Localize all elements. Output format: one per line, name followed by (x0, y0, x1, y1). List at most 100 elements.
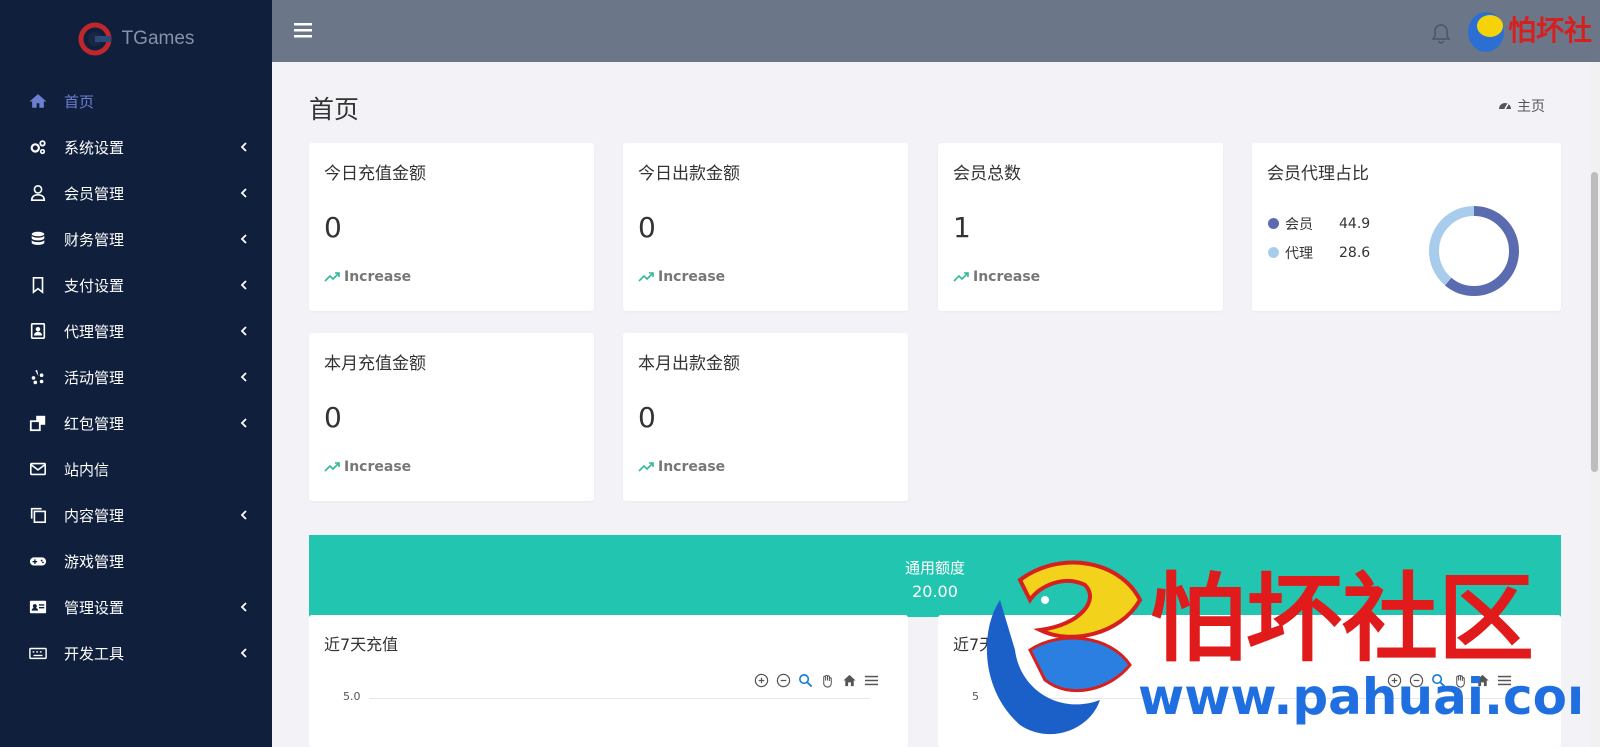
bookmark-icon (28, 275, 48, 295)
sidebar-item[interactable]: 会员管理 (0, 170, 272, 216)
gamepad-icon (28, 551, 48, 571)
sidebar-item[interactable]: 代理管理 (0, 308, 272, 354)
page-title: 首页 (309, 95, 360, 124)
chart-toolbar (753, 672, 879, 688)
sidebar-item[interactable]: 开发工具 (0, 630, 272, 676)
sidebar-item[interactable]: 管理设置 (0, 584, 272, 630)
page-scrollbar[interactable] (1589, 62, 1600, 747)
sidebar-item[interactable]: 系统设置 (0, 124, 272, 170)
envelope-icon (28, 459, 48, 479)
keyboard-icon (28, 643, 48, 663)
stat-trend-label: Increase (658, 459, 726, 475)
chevron-left-icon (240, 648, 247, 658)
zoom-in-icon[interactable] (1386, 672, 1402, 688)
menu-toggle-icon[interactable] (294, 22, 312, 38)
sidebar-item[interactable]: 支付设置 (0, 262, 272, 308)
chart-gridline (998, 698, 1518, 699)
bell-icon[interactable] (1430, 22, 1452, 44)
sidebar-item-label: 红包管理 (64, 414, 125, 433)
sidebar-item[interactable]: 游戏管理 (0, 538, 272, 584)
brand[interactable]: TGames (0, 0, 272, 78)
sidebar: TGames 首页 系统设置会员管理财务管理支付设置代理管理活动管理红包管理站内信… (0, 0, 272, 747)
zoom-selection-icon[interactable] (797, 672, 813, 688)
chevron-left-icon (240, 188, 247, 198)
sidebar-item-label: 站内信 (64, 460, 110, 479)
breadcrumb[interactable]: 主页 (1498, 96, 1545, 116)
chevron-left-icon (240, 510, 247, 520)
legend-label: 代理 (1285, 245, 1313, 262)
sidebar-item[interactable]: 财务管理 (0, 216, 272, 262)
stat-value: 0 (638, 211, 656, 244)
pan-hand-icon[interactable] (1452, 672, 1468, 688)
chart-card-withdraw: 近7天提 5 (938, 615, 1561, 747)
legend-dot (1268, 247, 1279, 258)
sidebar-item-label: 开发工具 (64, 644, 125, 663)
user-icon (28, 183, 48, 203)
stat-title: 本月充值金额 (324, 354, 426, 374)
scrollbar-thumb[interactable] (1591, 172, 1598, 472)
stat-card-today-withdraw: 今日出款金额 0 Increase (623, 143, 908, 311)
sidebar-item[interactable]: 红包管理 (0, 400, 272, 446)
sidebar-item-label: 内容管理 (64, 506, 125, 525)
sidebar-item-label: 会员管理 (64, 184, 125, 203)
stat-trend: Increase (638, 459, 725, 475)
ratio-card: 会员代理占比 会员 44.9 代理 28.6 (1252, 143, 1561, 311)
clone-icon (28, 413, 48, 433)
stat-title: 今日出款金额 (638, 164, 740, 184)
sidebar-item[interactable]: 首页 (0, 78, 272, 124)
legend-value: 44.9 (1339, 215, 1371, 232)
sidebar-item-label: 支付设置 (64, 276, 125, 295)
trend-up-icon (953, 272, 969, 282)
zoom-out-icon[interactable] (775, 672, 791, 688)
database-icon (28, 229, 48, 249)
legend-value: 28.6 (1339, 244, 1371, 261)
stat-value: 0 (324, 211, 342, 244)
quota-banner: 通用额度 20.00 (309, 535, 1561, 617)
chevron-left-icon (240, 280, 247, 290)
stat-trend: Increase (324, 269, 411, 285)
y-axis-tick: 5.0 (343, 690, 361, 703)
stat-trend-label: Increase (344, 269, 412, 285)
stat-card-month-withdraw: 本月出款金额 0 Increase (623, 333, 908, 501)
legend-dot (1268, 218, 1279, 229)
sidebar-item-label: 代理管理 (64, 322, 125, 341)
stat-card-today-deposit: 今日充值金额 0 Increase (309, 143, 594, 311)
stat-card-member-total: 会员总数 1 Increase (938, 143, 1223, 311)
chart-menu-icon[interactable] (1496, 672, 1512, 688)
reset-home-icon[interactable] (841, 672, 857, 688)
sidebar-item[interactable]: 站内信 (0, 446, 272, 492)
chevron-left-icon (240, 602, 247, 612)
sidebar-item[interactable]: 活动管理 (0, 354, 272, 400)
pan-hand-icon[interactable] (819, 672, 835, 688)
id-card-icon (28, 597, 48, 617)
legend-item-agent[interactable]: 代理 28.6 (1268, 238, 1370, 267)
sidebar-item-label: 游戏管理 (64, 552, 125, 571)
sidebar-item-label: 财务管理 (64, 230, 125, 249)
stat-trend: Increase (638, 269, 725, 285)
y-axis-tick: 5 (972, 690, 979, 703)
copy-icon (28, 505, 48, 525)
stat-title: 今日充值金额 (324, 164, 426, 184)
sidebar-item[interactable]: 内容管理 (0, 492, 272, 538)
stat-trend: Increase (953, 269, 1040, 285)
zoom-out-icon[interactable] (1408, 672, 1424, 688)
legend-item-member[interactable]: 会员 44.9 (1268, 209, 1370, 238)
sidebar-nav: 首页 系统设置会员管理财务管理支付设置代理管理活动管理红包管理站内信内容管理游戏管… (0, 78, 272, 676)
topbar: 怕坏社区 (272, 0, 1600, 62)
zoom-in-icon[interactable] (753, 672, 769, 688)
sidebar-item-label: 活动管理 (64, 368, 125, 387)
stat-trend: Increase (324, 459, 411, 475)
quota-value: 20.00 (912, 582, 958, 601)
reset-home-icon[interactable] (1474, 672, 1490, 688)
chart-title: 近7天充值 (324, 635, 399, 654)
trend-up-icon (638, 462, 654, 472)
stat-title: 会员总数 (953, 164, 1021, 184)
chart-menu-icon[interactable] (863, 672, 879, 688)
home-icon (28, 91, 48, 111)
chevron-left-icon (240, 372, 247, 382)
legend-label: 会员 (1285, 216, 1313, 233)
zoom-selection-icon[interactable] (1430, 672, 1446, 688)
stat-value: 0 (638, 401, 656, 434)
chevron-left-icon (240, 418, 247, 428)
quota-label: 通用额度 (904, 559, 965, 577)
